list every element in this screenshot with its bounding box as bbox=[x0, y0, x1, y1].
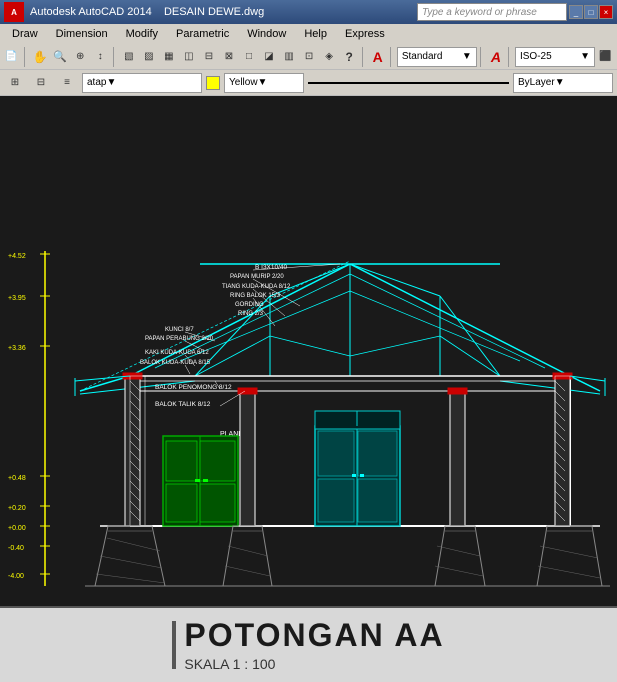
menu-parametric[interactable]: Parametric bbox=[168, 26, 237, 42]
sep6 bbox=[508, 47, 512, 67]
dropdown-arrow: ▼ bbox=[462, 51, 472, 62]
sep4 bbox=[390, 47, 394, 67]
color-dropdown[interactable]: Yellow ▼ bbox=[224, 73, 304, 93]
menu-express[interactable]: Express bbox=[337, 26, 393, 42]
help-btn[interactable]: ? bbox=[340, 46, 359, 68]
title-right: Type a keyword or phrase _ □ × bbox=[417, 3, 613, 21]
svg-text:KAKI KUDA-KUDA 6/12: KAKI KUDA-KUDA 6/12 bbox=[145, 350, 209, 356]
menu-window[interactable]: Window bbox=[239, 26, 294, 42]
title-left: A Autodesk AutoCAD 2014 DESAIN DEWE.dwg bbox=[4, 2, 264, 22]
app-name-text: Autodesk AutoCAD 2014 bbox=[30, 6, 152, 18]
title-row: POTONGAN AA SKALA 1 : 100 bbox=[172, 618, 444, 671]
tb-icon-2[interactable]: ▨ bbox=[139, 46, 158, 68]
menu-bar: Draw Dimension Modify Parametric Window … bbox=[0, 24, 617, 44]
cad-drawing: +4.52 +3.95 +3.36 +0.48 +0.20 +0.00 -0.4… bbox=[0, 96, 617, 606]
new-button[interactable]: 📄 bbox=[2, 46, 21, 68]
tb-icon-4[interactable]: ◫ bbox=[179, 46, 198, 68]
layer-name: atap bbox=[87, 77, 106, 88]
style-icon[interactable]: A bbox=[368, 46, 387, 68]
menu-help[interactable]: Help bbox=[296, 26, 335, 42]
svg-text:RING BALOK 15/3: RING BALOK 15/3 bbox=[230, 293, 281, 299]
scale-text: SKALA 1 : 100 bbox=[184, 656, 444, 672]
svg-text:+0.48: +0.48 bbox=[8, 475, 26, 482]
pan-button[interactable]: ✋ bbox=[31, 46, 50, 68]
keyword-placeholder: Type a keyword or phrase bbox=[422, 7, 537, 18]
layer-bar: ⊞ ⊟ ≡ atap ▼ Yellow ▼ ByLayer ▼ bbox=[0, 70, 617, 96]
toolbar-row-1: 📄 ✋ 🔍 ⊕ ↕ ▧ ▨ ▦ ◫ ⊟ ⊠ □ ◪ ▥ ⊡ ◈ ? A Stan… bbox=[0, 44, 617, 70]
sep1 bbox=[24, 47, 28, 67]
maximize-button[interactable]: □ bbox=[584, 5, 598, 19]
minimize-button[interactable]: _ bbox=[569, 5, 583, 19]
tb-icon-11[interactable]: ◈ bbox=[320, 46, 339, 68]
close-button[interactable]: × bbox=[599, 5, 613, 19]
color-swatch[interactable] bbox=[206, 76, 220, 90]
tb-icon-3[interactable]: ▦ bbox=[159, 46, 178, 68]
svg-text:BALOK KUDA-KUDA 8/15: BALOK KUDA-KUDA 8/15 bbox=[140, 360, 211, 366]
layer-icon[interactable]: ⊞ bbox=[4, 72, 26, 94]
zoom-window-button[interactable]: ⊕ bbox=[71, 46, 90, 68]
sep5 bbox=[480, 47, 484, 67]
sep3 bbox=[362, 47, 366, 67]
tb-icon-end[interactable]: ⬛ bbox=[596, 46, 615, 68]
tb-icon-9[interactable]: ▥ bbox=[280, 46, 299, 68]
svg-text:BALOK PENOMONG 8/12: BALOK PENOMONG 8/12 bbox=[155, 384, 232, 391]
tb-icon-5[interactable]: ⊟ bbox=[199, 46, 218, 68]
zoom-realtime-button[interactable]: ↕ bbox=[91, 46, 110, 68]
tb-icon-7[interactable]: □ bbox=[239, 46, 258, 68]
size-value: ISO-25 bbox=[520, 51, 552, 62]
svg-text:+3.95: +3.95 bbox=[8, 295, 26, 302]
svg-text:BALOK TALIK 8/12: BALOK TALIK 8/12 bbox=[155, 401, 211, 408]
linetype-value: ByLayer bbox=[518, 77, 555, 88]
svg-text:TIANG KUDA-KUDA 8/12: TIANG KUDA-KUDA 8/12 bbox=[222, 284, 291, 290]
app-title: Autodesk AutoCAD 2014 DESAIN DEWE.dwg bbox=[30, 6, 264, 18]
tb-icon-6[interactable]: ⊠ bbox=[219, 46, 238, 68]
keyword-search[interactable]: Type a keyword or phrase bbox=[417, 3, 567, 21]
linetype-bar: ByLayer ▼ bbox=[308, 73, 613, 93]
svg-text:+0.20: +0.20 bbox=[8, 505, 26, 512]
drawing-title: POTONGAN AA SKALA 1 : 100 bbox=[184, 618, 444, 671]
zoom-button[interactable]: 🔍 bbox=[51, 46, 70, 68]
layer-arrow: ▼ bbox=[106, 77, 116, 88]
title-block: POTONGAN AA SKALA 1 : 100 bbox=[0, 606, 617, 682]
window-controls: _ □ × bbox=[569, 5, 613, 19]
title-bar: A Autodesk AutoCAD 2014 DESAIN DEWE.dwg … bbox=[0, 0, 617, 24]
sep2 bbox=[113, 47, 117, 67]
filename-text: DESAIN DEWE.dwg bbox=[164, 6, 264, 18]
size-dropdown[interactable]: ISO-25 ▼ bbox=[515, 47, 595, 67]
tb-icon-1[interactable]: ▧ bbox=[119, 46, 138, 68]
svg-text:B I3X10/40: B I3X10/40 bbox=[255, 264, 288, 271]
svg-text:KUNCI 8/7: KUNCI 8/7 bbox=[165, 327, 194, 333]
svg-text:+3.36: +3.36 bbox=[8, 345, 26, 352]
svg-text:+4.52: +4.52 bbox=[8, 253, 26, 260]
svg-text:GORDING: GORDING bbox=[235, 302, 264, 308]
autocad-icon: A bbox=[4, 2, 24, 22]
title-text: POTONGAN AA bbox=[184, 618, 444, 653]
tb-icon-8[interactable]: ◪ bbox=[260, 46, 279, 68]
svg-text:RING 2/3: RING 2/3 bbox=[238, 311, 264, 317]
linetype-arrow: ▼ bbox=[555, 77, 565, 88]
svg-text:-4.00: -4.00 bbox=[8, 573, 24, 580]
menu-modify[interactable]: Modify bbox=[118, 26, 166, 42]
title-bar-accent bbox=[172, 621, 176, 669]
line-preview bbox=[308, 82, 509, 84]
svg-text:PAPAN PERABUNG 2/20: PAPAN PERABUNG 2/20 bbox=[145, 336, 214, 342]
menu-dimension[interactable]: Dimension bbox=[48, 26, 116, 42]
linetype-dropdown[interactable]: ByLayer ▼ bbox=[513, 73, 613, 93]
style-value: Standard bbox=[402, 51, 443, 62]
svg-text:PAPAN MURIP 2/20: PAPAN MURIP 2/20 bbox=[230, 274, 284, 280]
style-dropdown[interactable]: Standard ▼ bbox=[397, 47, 477, 67]
size-dropdown-arrow: ▼ bbox=[580, 51, 590, 62]
layer-settings-btn[interactable]: ⊟ bbox=[30, 72, 52, 94]
svg-text:-0.40: -0.40 bbox=[8, 545, 24, 552]
svg-text:+0.00: +0.00 bbox=[8, 525, 26, 532]
layer-dropdown[interactable]: atap ▼ bbox=[82, 73, 202, 93]
color-arrow: ▼ bbox=[258, 77, 268, 88]
drawing-area[interactable]: +4.52 +3.95 +3.36 +0.48 +0.20 +0.00 -0.4… bbox=[0, 96, 617, 606]
tb-icon-10[interactable]: ⊡ bbox=[300, 46, 319, 68]
color-value: Yellow bbox=[229, 77, 258, 88]
layer-list-btn[interactable]: ≡ bbox=[56, 72, 78, 94]
text-icon[interactable]: A bbox=[486, 46, 505, 68]
menu-draw[interactable]: Draw bbox=[4, 26, 46, 42]
